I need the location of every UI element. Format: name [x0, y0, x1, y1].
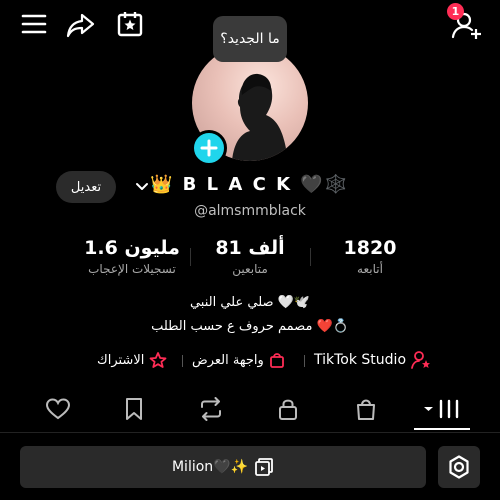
- username: @almsmmblack: [194, 203, 306, 219]
- grid-dropdown-icon: [424, 399, 459, 419]
- bio-line: صلي علي النبي 🤍🕊️: [189, 295, 311, 310]
- active-tab-indicator: [414, 428, 470, 430]
- menu-icon[interactable]: [20, 12, 48, 36]
- following-count[interactable]: 1820: [310, 237, 430, 259]
- tab-shop[interactable]: [352, 396, 380, 422]
- showcase-link[interactable]: واجهة العرض: [188, 347, 286, 373]
- add-avatar-button[interactable]: [191, 130, 227, 166]
- lock-icon: [279, 399, 297, 420]
- likes-count[interactable]: 1.6 مليون: [62, 237, 202, 259]
- tiktok-studio-link[interactable]: TikTok Studio: [310, 347, 432, 373]
- plus-icon: [200, 139, 218, 157]
- tab-private[interactable]: [274, 396, 302, 422]
- gear-icon: [449, 455, 469, 479]
- tab-liked[interactable]: [44, 396, 72, 422]
- link-separator: [182, 355, 183, 367]
- shopping-bag-icon: [269, 353, 284, 368]
- bookmark-icon: [126, 398, 142, 420]
- shopping-bag-icon: [357, 399, 375, 420]
- heart-icon: [45, 398, 71, 420]
- star-sparkle-icon: [149, 352, 167, 368]
- whats-new-tooltip[interactable]: ما الجديد؟: [213, 16, 287, 62]
- playlist-label: Milion🖤✨: [171, 459, 249, 475]
- display-name: 👑 B L A C K 🖤🕸️: [150, 174, 350, 195]
- tab-videos[interactable]: [420, 396, 464, 422]
- link-separator: [304, 355, 305, 367]
- showcase-label: واجهة العرض: [192, 352, 264, 368]
- edit-profile-button[interactable]: تعديل: [56, 171, 116, 203]
- tab-reposts[interactable]: [197, 396, 225, 422]
- share-icon[interactable]: [66, 11, 96, 39]
- chevron-down-icon[interactable]: [134, 180, 150, 194]
- creator-icon: [411, 351, 431, 369]
- notification-badge: 1: [447, 3, 464, 20]
- tab-divider: [0, 432, 500, 433]
- calendar-star-icon[interactable]: [116, 10, 144, 38]
- playlist-icon: [255, 458, 273, 476]
- followers-count[interactable]: 81 ألف: [190, 237, 310, 259]
- playlist-card[interactable]: Milion🖤✨: [20, 446, 426, 488]
- likes-label: تسجيلات الإعجاب: [88, 262, 176, 276]
- repost-icon: [201, 397, 221, 421]
- following-label: أتابعه: [357, 262, 383, 276]
- subscribe-link[interactable]: الاشتراك: [93, 347, 168, 373]
- subscribe-label: الاشتراك: [97, 352, 145, 368]
- profile-links: الاشتراك واجهة العرض TikTok Studio: [0, 347, 500, 373]
- settings-button[interactable]: [438, 446, 480, 488]
- studio-label: TikTok Studio: [314, 352, 407, 368]
- tab-favorites[interactable]: [120, 396, 148, 422]
- followers-label: متابعين: [232, 262, 268, 276]
- bio-line: مصمم حروف ع حسب الطلب ❤️💍: [151, 319, 349, 334]
